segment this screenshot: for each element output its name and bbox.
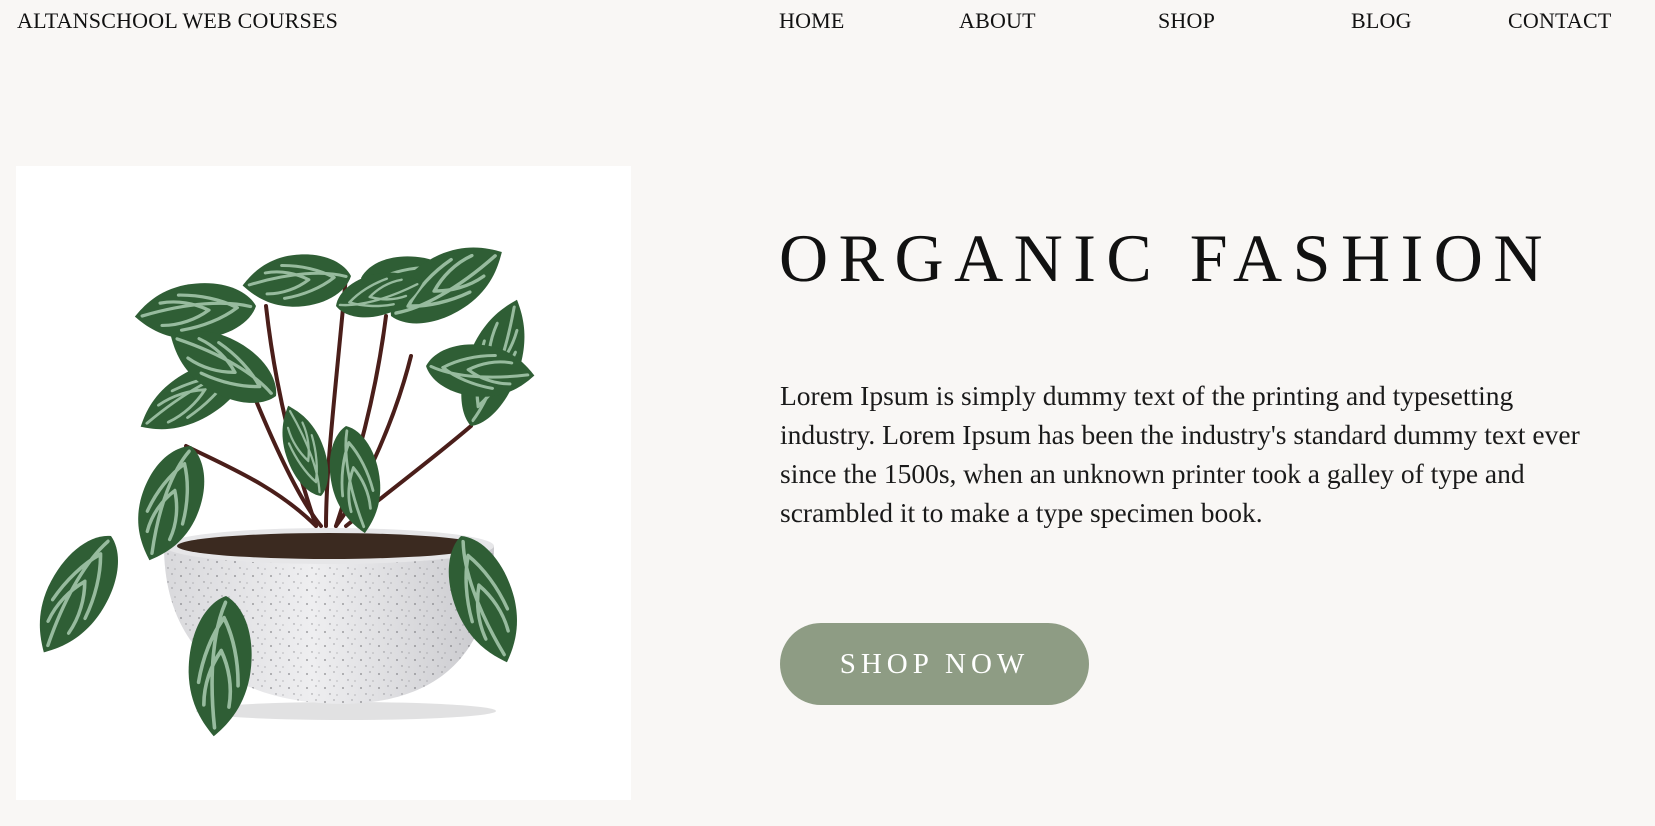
shop-now-button[interactable]: SHOP NOW: [780, 623, 1089, 705]
nav-shop[interactable]: SHOP: [1158, 8, 1215, 34]
nav-about[interactable]: ABOUT: [959, 8, 1036, 34]
hero-image: [16, 166, 631, 800]
nav-blog[interactable]: BLOG: [1351, 8, 1412, 34]
hero-description: Lorem Ipsum is simply dummy text of the …: [780, 380, 1580, 528]
site-header: ALTANSCHOOL WEB COURSES HOME ABOUT SHOP …: [0, 0, 1655, 44]
potted-plant-image: [16, 224, 631, 800]
hero-title: ORGANIC FASHION: [779, 220, 1553, 296]
site-logo[interactable]: ALTANSCHOOL WEB COURSES: [17, 8, 338, 34]
nav-home[interactable]: HOME: [779, 8, 845, 34]
nav-contact[interactable]: CONTACT: [1508, 8, 1612, 34]
